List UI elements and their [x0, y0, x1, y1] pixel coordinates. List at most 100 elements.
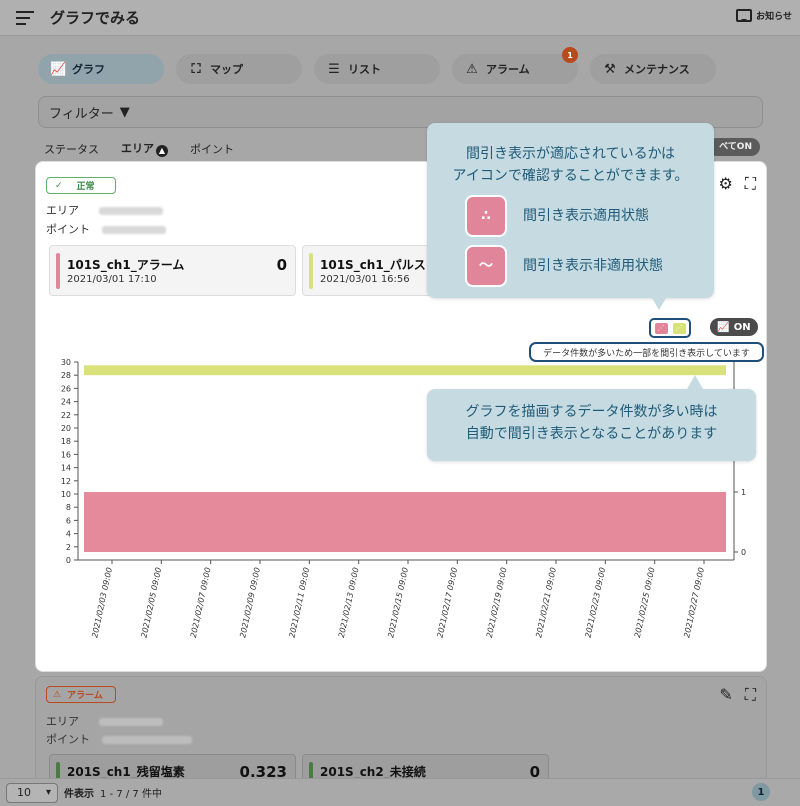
tab-graph[interactable]: 📈 グラフ [38, 54, 164, 84]
tab-label: グラフ [72, 63, 105, 76]
point-row: ポイント [46, 221, 166, 237]
legend-label: 間引き表示非適用状態 [523, 258, 663, 274]
menu-icon[interactable] [16, 11, 34, 29]
alarm-count-badge: 1 [562, 47, 578, 63]
x-tick-label: 2021/02/21 09:00 [534, 567, 558, 639]
metric-time: 2021/03/01 17:10 [67, 274, 157, 285]
settings-icon[interactable]: ⚙ [718, 174, 732, 194]
area-row: エリア [46, 713, 163, 729]
map-pin-icon[interactable]: ⛶ [745, 685, 756, 705]
legend-label: 間引き表示適用状態 [523, 208, 649, 224]
per-page-label: 件表示 [64, 789, 94, 800]
series-color-bar [309, 253, 313, 289]
metric-tile[interactable]: 101S_ch1_アラーム 2021/03/01 17:10 0 [49, 245, 296, 296]
y-tick-label: 16 [61, 450, 71, 459]
filter-label: フィルター [49, 106, 114, 122]
card-actions: ✎ ⛶ [719, 685, 756, 705]
legend-applied: ∴ 間引き表示適用状態 [427, 195, 714, 237]
y-tick-label: 12 [61, 477, 71, 486]
line-chart-icon: 📈 [717, 321, 730, 333]
point-row: ポイント [46, 731, 192, 747]
on-label: ON [733, 321, 751, 333]
chart-on-toggle[interactable]: 📈 ON [710, 318, 758, 336]
metric-name: 101S_ch1_アラーム [67, 258, 185, 272]
metric-time: 2021/03/01 16:56 [320, 274, 410, 285]
y-tick-label: 6 [66, 516, 71, 525]
thinning-applied-icon: ∴ [465, 195, 507, 237]
y-tick-label: 18 [61, 437, 71, 446]
thinning-icons: ⋰ ⋰ [649, 318, 691, 338]
per-page-select[interactable]: 10 [6, 782, 58, 803]
all-on-toggle[interactable]: べてON [708, 138, 760, 156]
thinning-applied-icon: ⋰ [654, 322, 668, 334]
caret-down-icon: ▼ [119, 104, 130, 120]
edit-icon[interactable]: ✎ [719, 685, 732, 705]
x-tick-label: 2021/02/03 09:00 [90, 567, 114, 639]
sort-status[interactable]: ステータス [44, 141, 99, 157]
line-chart-icon: 📈 [50, 61, 67, 77]
area-label: エリア [46, 204, 79, 217]
y-tick-label: 30 [61, 358, 71, 367]
tab-list[interactable]: ☰ リスト [314, 54, 440, 84]
metric-tile[interactable]: 101S_ch1_パルス 2021/03/01 16:56 [302, 245, 432, 296]
warning-icon: ⚠ [53, 689, 62, 700]
x-tick-label: 2021/02/07 09:00 [189, 567, 213, 639]
range-label: 1 - 7 / 7 件中 [100, 789, 162, 800]
y-tick-label: 8 [66, 503, 71, 512]
x-tick-label: 2021/02/27 09:00 [682, 567, 706, 639]
y-tick-label: 24 [61, 398, 71, 407]
help-callout-thinning: グラフを描画するデータ件数が多い時は 自動で間引き表示となることがあります [427, 375, 756, 461]
device-card: ⚠ アラーム エリア ポイント ✎ ⛶ 201S_ch1_残留塩素 0.323 … [35, 676, 767, 786]
redacted-value [102, 226, 166, 234]
sort-point[interactable]: ポイント [190, 141, 234, 157]
legend-not-applied: 〜 間引き表示非適用状態 [427, 245, 714, 287]
app-header: グラフでみる お知らせ [0, 0, 800, 36]
series-color-bar [56, 253, 60, 289]
y-tick-label: 22 [61, 411, 71, 420]
callout-line: グラフを描画するデータ件数が多い時は [465, 404, 718, 420]
area-row: エリア [46, 202, 163, 218]
tab-label: メンテナンス [624, 63, 690, 76]
thinning-not-applied-icon: 〜 [465, 245, 507, 287]
tools-icon: ⚒ [604, 61, 616, 77]
y-tick-label: 28 [61, 371, 71, 380]
y-tick-label: 14 [61, 464, 71, 473]
notice-button[interactable]: お知らせ [736, 9, 792, 22]
x-tick-label: 2021/02/23 09:00 [584, 567, 608, 639]
y-tick-label: 2 [66, 543, 71, 552]
warning-icon: ⚠ [466, 61, 478, 77]
tab-maintenance[interactable]: ⚒ メンテナンス [590, 54, 716, 84]
list-icon: ☰ [328, 61, 340, 77]
check-icon: ✓ [55, 180, 63, 191]
tab-alarm[interactable]: ⚠ アラーム 1 [452, 47, 578, 84]
x-tick-label: 2021/02/11 09:00 [288, 567, 312, 639]
y-tick-label: 20 [61, 424, 71, 433]
status-badge: ✓ 正常 [46, 177, 116, 194]
thinning-applied-icon: ⋰ [672, 322, 686, 334]
y-tick-label: 26 [61, 384, 71, 393]
tab-label: アラーム [486, 63, 530, 76]
page-title: グラフでみる [50, 9, 141, 27]
series-area-pulse [84, 365, 726, 376]
redacted-value [99, 718, 163, 726]
sort-area-label: エリア [121, 142, 154, 155]
pagination-bar: 10 件表示 1 - 7 / 7 件中 1 [0, 778, 800, 806]
callout-line: 自動で間引き表示となることがあります [465, 426, 718, 442]
point-label: ポイント [46, 223, 90, 236]
y-right-tick-label: 1 [741, 488, 746, 497]
x-tick-label: 2021/02/17 09:00 [436, 567, 460, 639]
sort-area[interactable]: エリア ▲ [121, 140, 168, 157]
metric-value: 0 [276, 256, 287, 274]
status-label: アラーム [67, 691, 103, 701]
card-actions: ⚙ ⛶ [718, 174, 756, 194]
y-right-tick-label: 0 [741, 548, 746, 557]
x-tick-label: 2021/02/15 09:00 [386, 567, 410, 639]
map-pin-icon: ⛶ [191, 61, 201, 77]
sort-up-icon: ▲ [156, 145, 168, 157]
page-button[interactable]: 1 [752, 783, 770, 801]
x-tick-label: 2021/02/25 09:00 [633, 567, 657, 639]
map-pin-icon[interactable]: ⛶ [745, 174, 756, 194]
tab-map[interactable]: ⛶ マップ [176, 54, 302, 84]
redacted-value [99, 207, 163, 215]
callout-line: 間引き表示が適応されているかは [465, 146, 676, 162]
